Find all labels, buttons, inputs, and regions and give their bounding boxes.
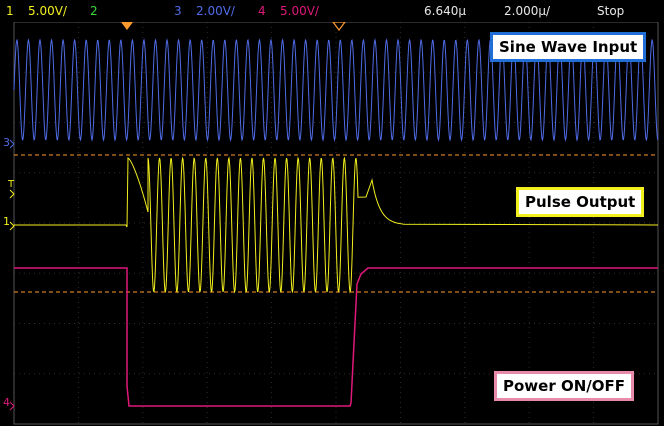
ch1-scale[interactable]: 5.00V/ <box>28 0 67 22</box>
svg-text:1: 1 <box>3 215 10 228</box>
power-on-off-label: Power ON/OFF <box>494 371 634 401</box>
ch4-ground-marker[interactable]: 4 <box>3 396 15 411</box>
ch1-ground-marker[interactable]: 1 <box>3 215 15 231</box>
ch3-number[interactable]: 3 <box>174 0 182 22</box>
ch1-number[interactable]: 1 <box>6 0 14 22</box>
delay-marker[interactable] <box>332 22 346 31</box>
ch2-number[interactable]: 2 <box>90 0 98 22</box>
sine-wave-input-label: Sine Wave Input <box>490 32 647 62</box>
status-bar: 1 5.00V/ 2 3 2.00V/ 4 5.00V/ 6.640µ 2.00… <box>0 0 664 22</box>
ch3-scale[interactable]: 2.00V/ <box>196 0 235 22</box>
svg-text:4: 4 <box>3 396 10 409</box>
svg-text:3: 3 <box>3 136 10 149</box>
ch4-number[interactable]: 4 <box>258 0 266 22</box>
trigger-position-marker[interactable] <box>121 22 133 30</box>
pulse-output-trace <box>14 156 659 294</box>
time-offset[interactable]: 6.640µ <box>424 0 466 22</box>
waveform-canvas: 3 T 1 4 <box>3 22 659 425</box>
svg-text:T: T <box>7 179 15 190</box>
pulse-output-label: Pulse Output <box>516 187 645 217</box>
ch3-ground-marker[interactable]: 3 <box>3 136 15 149</box>
waveform-display: 3 T 1 4 Sine Wave Input Pulse Output Pow… <box>0 22 664 426</box>
timebase[interactable]: 2.000µ/ <box>504 0 550 22</box>
run-state[interactable]: Stop <box>597 0 624 22</box>
ch4-scale[interactable]: 5.00V/ <box>280 0 319 22</box>
